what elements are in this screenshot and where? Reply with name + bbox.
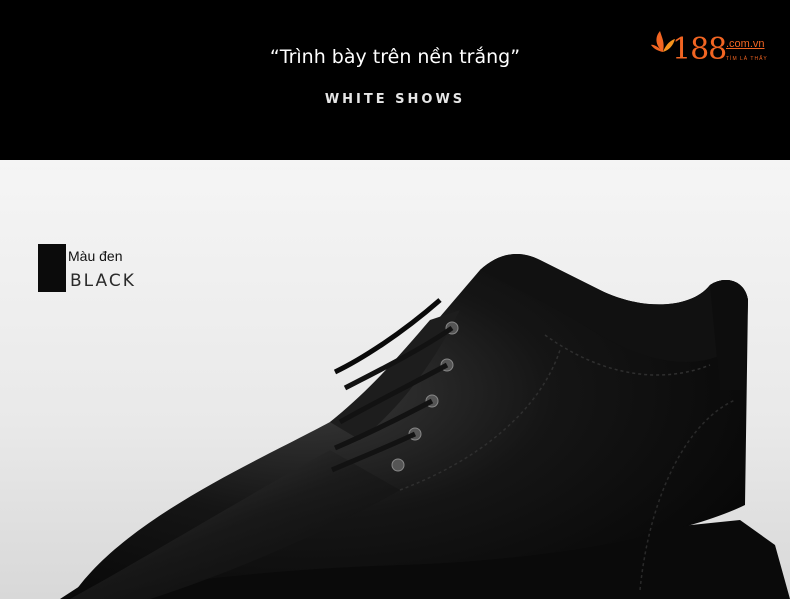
site-logo[interactable]: 188 .com.vn TÌM LÀ THẤY <box>650 24 780 74</box>
logo-tagline: TÌM LÀ THẤY <box>726 56 768 62</box>
header-banner: “Trình bày trên nền trắng” WHITE SHOWS 1… <box>0 0 790 160</box>
logo-number: 188 <box>672 32 727 67</box>
color-label-english: BLACK <box>70 271 136 291</box>
banner-subline: WHITE SHOWS <box>324 92 466 107</box>
color-swatch <box>38 244 66 292</box>
logo-domain: .com.vn <box>726 38 765 50</box>
color-label: Màu đen <box>68 248 123 264</box>
black-leather-boot-image <box>60 254 790 599</box>
product-photo: Màu đen BLACK <box>0 160 790 599</box>
